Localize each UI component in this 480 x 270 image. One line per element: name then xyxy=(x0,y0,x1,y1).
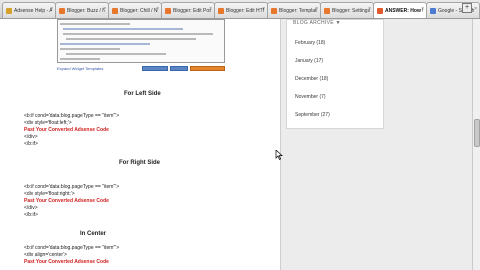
code-line: </b:if> xyxy=(24,212,38,218)
tab-favicon-icon xyxy=(112,7,118,14)
tab-favicon-icon xyxy=(324,7,330,14)
code-snippet: <b:if cond='data:blog.pageType == "item"… xyxy=(24,184,119,219)
section-heading: For Right Side xyxy=(119,160,160,166)
code-snippet: <b:if cond='data:blog.pageType == "item"… xyxy=(24,113,119,148)
blog-archive-widget: BLOG ARCHIVE ▼ February (18) January (17)… xyxy=(286,19,384,129)
tab-label: ANSWER: How to A... xyxy=(385,8,423,14)
adsense-placeholder-line: Past Your Converted Adsense Code xyxy=(24,259,109,265)
section-heading: For Left Side xyxy=(124,91,161,97)
code-line: </div> xyxy=(24,205,38,211)
section-heading: In Center xyxy=(80,231,107,237)
screenshot-button xyxy=(170,66,188,71)
archive-month-link[interactable]: September (27) xyxy=(295,112,330,118)
code-line: <b:if cond='data:blog.pageType == "item"… xyxy=(24,184,120,190)
browser-tab[interactable]: Blogger: Edit Post × xyxy=(161,2,215,18)
code-line: <b:if cond='data:blog.pageType == "item"… xyxy=(24,113,120,119)
code-line xyxy=(66,38,196,40)
archive-month-link[interactable]: November (7) xyxy=(295,94,326,100)
archive-month-link[interactable]: February (18) xyxy=(295,40,325,46)
browser-tab[interactable]: Blogger: Buzz / New Tab× xyxy=(55,2,109,18)
tab-label: Blogger: Chill / New Tab xyxy=(120,7,158,14)
tab-close-icon[interactable]: × xyxy=(474,7,477,12)
tab-favicon-icon xyxy=(6,7,12,14)
screenshot-button xyxy=(142,66,168,71)
browser-tab[interactable]: Blogger: Settings × xyxy=(320,2,374,18)
post-content: Expand Widget Templates For Left Side <b:… xyxy=(0,19,276,270)
tab-label: Blogger: Edit Post xyxy=(173,7,211,14)
tab-close-icon[interactable]: × xyxy=(315,7,318,12)
browser-tab-bar: Adsense Help - Adsense×Blogger: Buzz / N… xyxy=(0,0,480,19)
new-tab-button[interactable]: + xyxy=(462,3,472,13)
code-line: </b:if> xyxy=(24,141,38,147)
expand-widget-link[interactable]: Expand Widget Templates xyxy=(57,66,103,71)
adsense-placeholder-line: Past Your Converted Adsense Code xyxy=(24,198,109,204)
code-line xyxy=(63,33,213,35)
archive-month-link[interactable]: January (17) xyxy=(295,58,323,64)
tab-favicon-icon xyxy=(165,7,171,14)
page-scrollbar[interactable] xyxy=(472,19,480,270)
browser-tab[interactable]: Blogger: Template × xyxy=(267,2,321,18)
tab-close-icon[interactable]: × xyxy=(209,7,212,12)
tab-label: Adsense Help - Adsense xyxy=(14,7,52,14)
code-line: <div style='float:left;'> xyxy=(24,120,72,126)
tab-label: Blogger: Settings xyxy=(332,7,370,14)
code-line xyxy=(60,43,150,45)
code-line: <div align='center'> xyxy=(24,252,67,258)
tab-close-icon[interactable]: × xyxy=(421,7,424,12)
browser-tab[interactable]: ANSWER: How to A...× xyxy=(373,2,427,18)
tab-close-icon[interactable]: × xyxy=(103,7,106,12)
tab-favicon-icon xyxy=(59,7,65,14)
tab-favicon-icon xyxy=(218,7,224,14)
browser-tab[interactable]: Blogger: Edit HTML× xyxy=(214,2,268,18)
tab-favicon-icon xyxy=(271,7,277,14)
code-line: <b:if cond='data:blog.pageType == "item"… xyxy=(24,245,120,251)
blog-sidebar: BLOG ARCHIVE ▼ February (18) January (17)… xyxy=(280,19,472,270)
code-line xyxy=(66,53,166,55)
adsense-placeholder-line: Past Your Converted Adsense Code xyxy=(24,127,109,133)
tab-favicon-icon xyxy=(430,7,436,14)
code-line xyxy=(60,23,130,25)
browser-tab[interactable]: Adsense Help - Adsense× xyxy=(2,2,56,18)
scrollbar-thumb[interactable] xyxy=(474,119,480,147)
archive-month-link[interactable]: December (18) xyxy=(295,76,328,82)
code-line: </div> xyxy=(24,134,38,140)
archive-title: BLOG ARCHIVE ▼ xyxy=(293,20,341,26)
tab-close-icon[interactable]: × xyxy=(156,7,159,12)
mouse-cursor-icon xyxy=(275,150,283,160)
browser-tab[interactable]: Blogger: Chill / New Tab× xyxy=(108,2,162,18)
code-snippet: <b:if cond='data:blog.pageType == "item"… xyxy=(24,245,119,266)
tab-favicon-icon xyxy=(377,8,383,14)
screenshot-button xyxy=(190,66,225,71)
tab-close-icon[interactable]: × xyxy=(368,7,371,12)
tab-close-icon[interactable]: × xyxy=(262,7,265,12)
tab-label: Blogger: Edit HTML xyxy=(226,7,264,14)
embedded-screenshot xyxy=(57,19,225,63)
code-line xyxy=(63,28,183,30)
code-line xyxy=(60,48,120,50)
code-line xyxy=(60,58,100,60)
tab-label: Blogger: Buzz / New Tab xyxy=(67,7,105,14)
code-line: <div style='float:right;'> xyxy=(24,191,75,197)
tab-close-icon[interactable]: × xyxy=(50,7,53,12)
tab-label: Blogger: Template xyxy=(279,7,317,14)
